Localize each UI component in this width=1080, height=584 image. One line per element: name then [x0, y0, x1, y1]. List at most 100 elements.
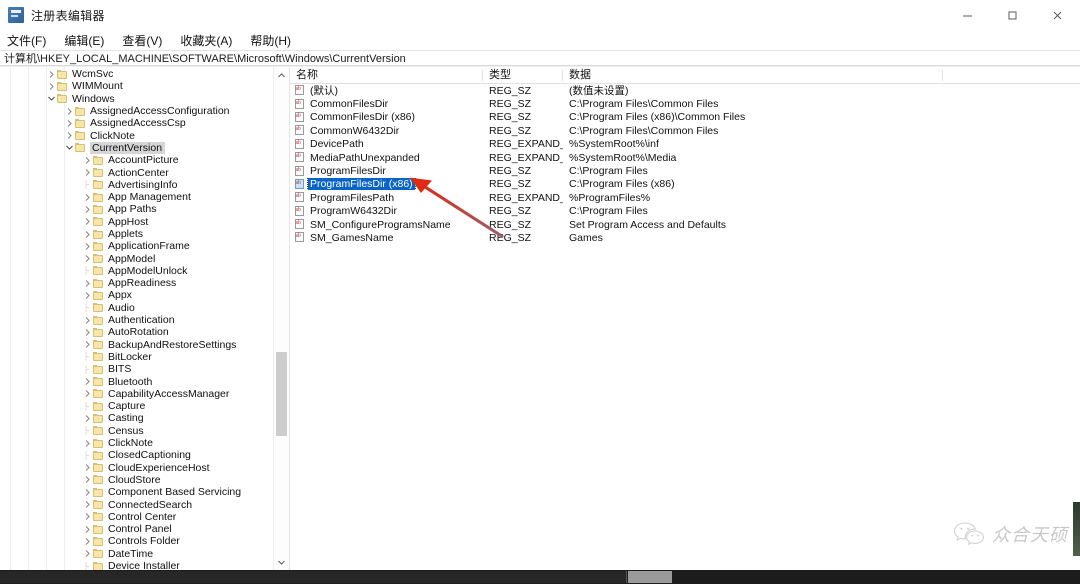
tree-node[interactable]: AssignedAccessConfiguration [0, 105, 273, 117]
tree-node[interactable]: BITS [0, 363, 273, 375]
tree-node[interactable]: AdvertisingInfo [0, 179, 273, 191]
tree-node[interactable]: Appx [0, 289, 273, 301]
tree-node[interactable]: App Management [0, 191, 273, 203]
column-header-name[interactable]: 名称 [290, 67, 483, 84]
chevron-right-icon[interactable] [82, 538, 93, 545]
tree-node[interactable]: AppModel [0, 252, 273, 265]
chevron-right-icon[interactable] [82, 206, 93, 213]
scrollbar-track[interactable] [0, 571, 627, 583]
chevron-right-icon[interactable] [82, 439, 93, 447]
tree-node[interactable]: Windows [0, 93, 273, 105]
chevron-right-icon[interactable] [82, 550, 93, 558]
tree-node[interactable]: ApplicationFrame [0, 240, 273, 252]
tree-node[interactable]: AutoRotation [0, 326, 273, 338]
chevron-right-icon[interactable] [82, 341, 93, 349]
tree-node[interactable]: AppModelUnlock [0, 265, 273, 277]
tree-node[interactable]: AppHost [0, 216, 273, 228]
address-bar[interactable]: 计算机\HKEY_LOCAL_MACHINE\SOFTWARE\Microsof… [0, 50, 1080, 66]
tree-node[interactable]: Casting [0, 412, 273, 424]
tree-node[interactable]: Authentication [0, 314, 273, 326]
chevron-right-icon[interactable] [82, 218, 93, 226]
chevron-right-icon[interactable] [82, 513, 93, 521]
minimize-button[interactable] [945, 0, 990, 30]
registry-value-row[interactable]: ab CommonW6432Dir REG_SZ C:\Program Files\C… [290, 124, 1080, 137]
tree-node[interactable]: ClickNote [0, 129, 273, 142]
horizontal-scrollbar[interactable] [0, 570, 1080, 584]
tree-node[interactable]: AccountPicture [0, 154, 273, 166]
menu-favorites[interactable]: 收藏夹(A) [180, 32, 241, 49]
chevron-right-icon[interactable] [46, 70, 57, 78]
chevron-right-icon[interactable] [82, 378, 93, 385]
registry-value-row[interactable]: ab DevicePath REG_EXPAND_SZ %SystemRoot%\in… [290, 138, 1080, 151]
tree-node[interactable]: CloudStore [0, 474, 273, 486]
chevron-right-icon[interactable] [64, 119, 75, 127]
chevron-right-icon[interactable] [82, 525, 93, 533]
chevron-down-icon[interactable] [274, 554, 289, 570]
registry-value-row[interactable]: ab ProgramFilesDir (x86) REG_SZ C:\Program … [290, 178, 1080, 191]
menu-help[interactable]: 帮助(H) [250, 32, 300, 49]
chevron-right-icon[interactable] [82, 464, 93, 472]
registry-value-row[interactable]: ab SM_ConfigureProgramsName REG_SZ Set Prog… [290, 218, 1080, 231]
tree-node[interactable]: ConnectedSearch [0, 498, 273, 511]
registry-values-list[interactable]: ab (默认) REG_SZ (数值未设置) ab CommonFilesDir REG_S… [290, 84, 1080, 245]
tree-node[interactable]: ClosedCaptioning [0, 449, 273, 461]
tree-node[interactable]: Control Panel [0, 523, 273, 535]
chevron-right-icon[interactable] [82, 279, 93, 287]
chevron-right-icon[interactable] [64, 107, 75, 115]
tree-node[interactable]: CapabilityAccessManager [0, 388, 273, 400]
registry-value-row[interactable]: ab ProgramFilesDir REG_SZ C:\Program Files [290, 164, 1080, 177]
registry-value-row[interactable]: ab MediaPathUnexpanded REG_EXPAND_SZ %Syste… [290, 151, 1080, 164]
tree-node[interactable]: Controls Folder [0, 535, 273, 547]
tree-node[interactable]: AppReadiness [0, 277, 273, 289]
tree-node[interactable]: ClickNote [0, 437, 273, 449]
tree-node[interactable]: Capture [0, 400, 273, 412]
menu-view[interactable]: 查看(V) [122, 32, 171, 49]
tree-vertical-scrollbar[interactable] [273, 67, 289, 570]
tree-node[interactable]: WIMMount [0, 80, 273, 92]
tree-node[interactable]: BackupAndRestoreSettings [0, 339, 273, 351]
chevron-right-icon[interactable] [46, 83, 57, 90]
chevron-right-icon[interactable] [82, 255, 93, 262]
tree-node[interactable]: CloudExperienceHost [0, 462, 273, 474]
chevron-right-icon[interactable] [64, 132, 75, 140]
tree-node[interactable]: Applets [0, 228, 273, 240]
tree-node[interactable]: DateTime [0, 548, 273, 560]
chevron-down-icon[interactable] [64, 145, 75, 151]
registry-value-row[interactable]: ab (默认) REG_SZ (数值未设置) [290, 84, 1080, 97]
chevron-right-icon[interactable] [82, 415, 93, 422]
menu-file[interactable]: 文件(F) [7, 32, 55, 49]
tree-node[interactable]: Component Based Servicing [0, 486, 273, 498]
scrollbar-thumb[interactable] [276, 352, 287, 436]
chevron-right-icon[interactable] [82, 328, 93, 336]
tree-node[interactable]: ActionCenter [0, 166, 273, 179]
chevron-down-icon[interactable] [46, 96, 57, 102]
tree-node[interactable]: WcmSvc [0, 68, 273, 80]
chevron-right-icon[interactable] [82, 316, 93, 324]
tree-node[interactable]: AssignedAccessCsp [0, 117, 273, 129]
menu-edit[interactable]: 编辑(E) [64, 32, 113, 49]
tree-node[interactable]: BitLocker [0, 351, 273, 363]
close-button[interactable] [1035, 0, 1080, 30]
chevron-right-icon[interactable] [82, 292, 93, 299]
chevron-right-icon[interactable] [82, 230, 93, 238]
tree-node[interactable]: Control Center [0, 511, 273, 523]
registry-value-row[interactable]: ab CommonFilesDir REG_SZ C:\Program Files\C… [290, 97, 1080, 110]
tree-node[interactable]: Bluetooth [0, 375, 273, 388]
registry-value-row[interactable]: ab CommonFilesDir (x86) REG_SZ C:\Program F… [290, 111, 1080, 124]
chevron-right-icon[interactable] [82, 242, 93, 250]
registry-tree[interactable]: WcmSvc WIMMount Windows AssignedAccessConfi… [0, 67, 273, 570]
chevron-right-icon[interactable] [82, 156, 93, 164]
chevron-right-icon[interactable] [82, 390, 93, 398]
chevron-right-icon[interactable] [82, 476, 93, 484]
tree-node[interactable]: Census [0, 425, 273, 437]
chevron-right-icon[interactable] [82, 501, 93, 508]
registry-value-row[interactable]: ab SM_GamesName REG_SZ Games [290, 231, 1080, 244]
scrollbar-thumb-horizontal[interactable] [628, 571, 672, 583]
registry-value-row[interactable]: ab ProgramFilesPath REG_EXPAND_SZ %ProgramF… [290, 191, 1080, 204]
maximize-button[interactable] [990, 0, 1035, 30]
tree-node[interactable]: CurrentVersion [0, 141, 273, 154]
chevron-right-icon[interactable] [82, 169, 93, 176]
tree-node[interactable]: Device Installer [0, 560, 273, 570]
chevron-right-icon[interactable] [82, 488, 93, 496]
tree-node[interactable]: App Paths [0, 203, 273, 215]
